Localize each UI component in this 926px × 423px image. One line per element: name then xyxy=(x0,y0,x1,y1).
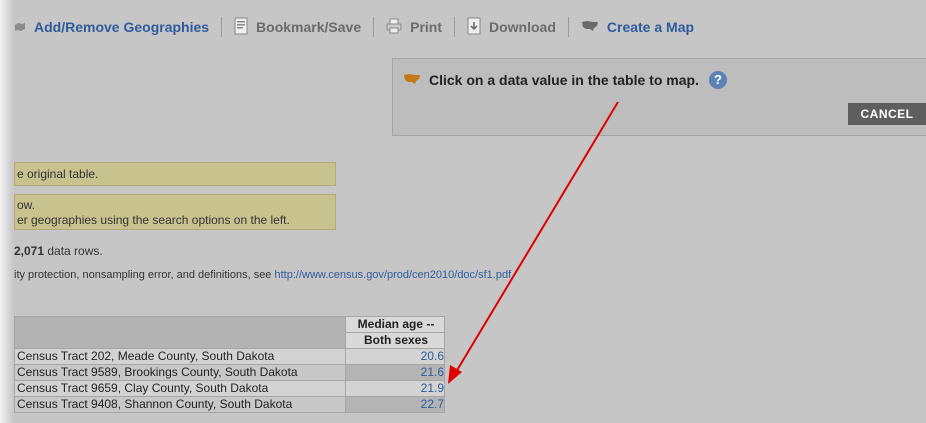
bookmark-page-icon xyxy=(234,17,248,38)
row-count-suffix: data rows. xyxy=(44,244,103,258)
median-age-value[interactable]: 22.7 xyxy=(345,396,445,413)
create-map-label: Create a Map xyxy=(606,19,695,35)
arrow-head xyxy=(448,365,462,384)
map-prompt: Click on a data value in the table to ma… xyxy=(403,71,727,89)
divider xyxy=(454,17,455,37)
print-button[interactable]: Print xyxy=(386,18,442,37)
help-icon[interactable]: ? xyxy=(708,71,727,89)
us-map-icon xyxy=(581,19,599,35)
notice-search-options: ow. er geographies using the search opti… xyxy=(14,194,336,230)
table-row: Census Tract 9408, Shannon County, South… xyxy=(14,396,445,413)
median-age-value[interactable]: 20.6 xyxy=(345,348,445,365)
row-count-number: 2,071 xyxy=(14,244,45,258)
notice-line: ow. xyxy=(17,198,36,212)
table-row: Census Tract 9589, Brookings County, Sou… xyxy=(14,364,445,381)
add-remove-label: Add/Remove Geographies xyxy=(34,19,210,35)
divider xyxy=(567,17,569,37)
source-end: . xyxy=(511,269,515,281)
median-age-value[interactable]: 21.9 xyxy=(345,380,445,397)
download-label: Download xyxy=(489,19,556,35)
source-note: ity protection, nonsampling error, and d… xyxy=(14,269,514,281)
download-button[interactable]: Download xyxy=(467,17,556,38)
bookmark-save-button[interactable]: Bookmark/Save xyxy=(234,17,361,38)
table-row: Census Tract 202, Meade County, South Da… xyxy=(14,348,445,365)
median-age-header: Median age -- xyxy=(345,316,445,333)
arrow-line xyxy=(455,101,619,373)
geography-header xyxy=(14,316,346,349)
notice-line: er geographies using the search options … xyxy=(17,213,290,227)
bookmark-label: Bookmark/Save xyxy=(256,19,362,35)
both-sexes-header: Both sexes xyxy=(345,332,445,349)
page-edge xyxy=(0,0,14,423)
create-map-button[interactable]: Create a Map xyxy=(581,19,694,35)
divider xyxy=(373,17,375,37)
printer-icon xyxy=(386,18,402,37)
median-age-value[interactable]: 21.6 xyxy=(345,364,445,381)
us-map-icon xyxy=(403,72,421,88)
row-count: 2,071 data rows. xyxy=(14,244,103,258)
map-icon xyxy=(14,19,26,35)
toolbar: Add/Remove Geographies Bookmark/Save Pri… xyxy=(14,14,694,40)
source-text: ity protection, nonsampling error, and d… xyxy=(14,269,275,281)
download-page-icon xyxy=(467,17,481,38)
geography-cell: Census Tract 9659, Clay County, South Da… xyxy=(14,380,346,397)
cancel-button[interactable]: CANCEL xyxy=(848,103,926,125)
sf1-documentation-link[interactable]: http://www.census.gov/prod/cen2010/doc/s… xyxy=(274,269,511,281)
map-prompt-text: Click on a data value in the table to ma… xyxy=(429,72,699,88)
map-prompt-panel: Click on a data value in the table to ma… xyxy=(392,58,926,136)
table-row: Census Tract 9659, Clay County, South Da… xyxy=(14,380,445,397)
data-table: Median age -- Both sexes Census Tract 20… xyxy=(14,316,445,413)
add-remove-geographies-button[interactable]: Add/Remove Geographies xyxy=(14,19,209,35)
geography-cell: Census Tract 202, Meade County, South Da… xyxy=(14,348,346,365)
geography-cell: Census Tract 9408, Shannon County, South… xyxy=(14,396,346,413)
notice-original-table: e original table. xyxy=(14,162,336,186)
notice-text: e original table. xyxy=(17,167,99,181)
divider xyxy=(221,17,223,37)
header-row: Median age -- xyxy=(14,316,445,349)
print-label: Print xyxy=(410,19,442,35)
geography-cell: Census Tract 9589, Brookings County, Sou… xyxy=(14,364,346,381)
